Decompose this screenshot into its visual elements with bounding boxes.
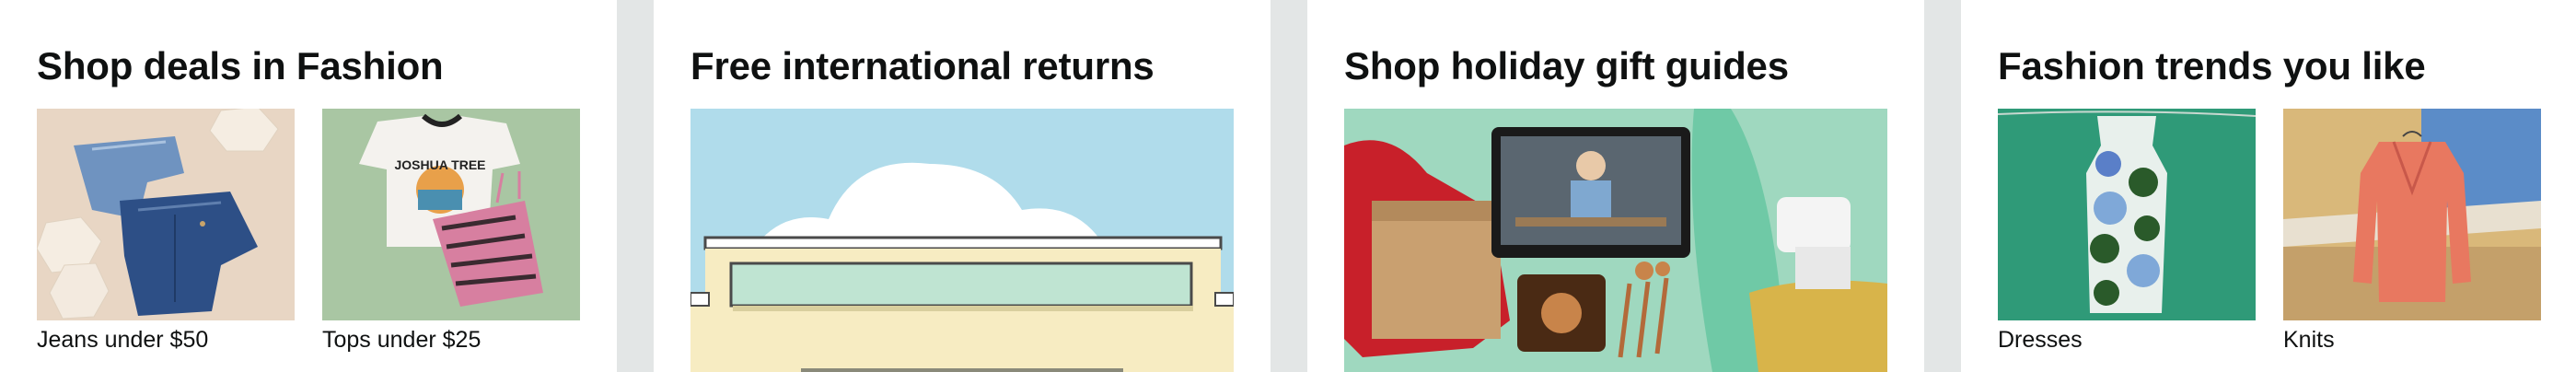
card-title[interactable]: Free international returns	[690, 41, 1155, 92]
tops-thumbnail[interactable]: JOSHUA TREE	[322, 109, 580, 320]
knits-thumbnail[interactable]	[2283, 109, 2541, 320]
jeans-thumbnail[interactable]	[37, 109, 295, 320]
card-free-international-returns: Free international returns	[654, 0, 1271, 372]
card-shop-deals-fashion: Shop deals in Fashion Jeans under $50 JO…	[0, 0, 617, 372]
card-title[interactable]: Fashion trends you like	[1998, 41, 2426, 92]
gift-guides-image[interactable]	[1344, 109, 1887, 372]
card-fashion-trends: Fashion trends you like Dresses Knits	[1961, 0, 2576, 372]
returns-illustration[interactable]	[690, 109, 1234, 372]
dresses-thumbnail[interactable]	[1998, 109, 2256, 320]
dresses-label[interactable]: Dresses	[1998, 324, 2083, 355]
jeans-label[interactable]: Jeans under $50	[37, 324, 208, 355]
card-shop-holiday-gift-guides: Shop holiday gift guides	[1307, 0, 1924, 372]
tops-label[interactable]: Tops under $25	[322, 324, 481, 355]
tshirt-print-text: JOSHUA TREE	[394, 157, 485, 172]
knits-label[interactable]: Knits	[2283, 324, 2335, 355]
card-title[interactable]: Shop deals in Fashion	[37, 41, 444, 92]
card-title[interactable]: Shop holiday gift guides	[1344, 41, 1789, 92]
